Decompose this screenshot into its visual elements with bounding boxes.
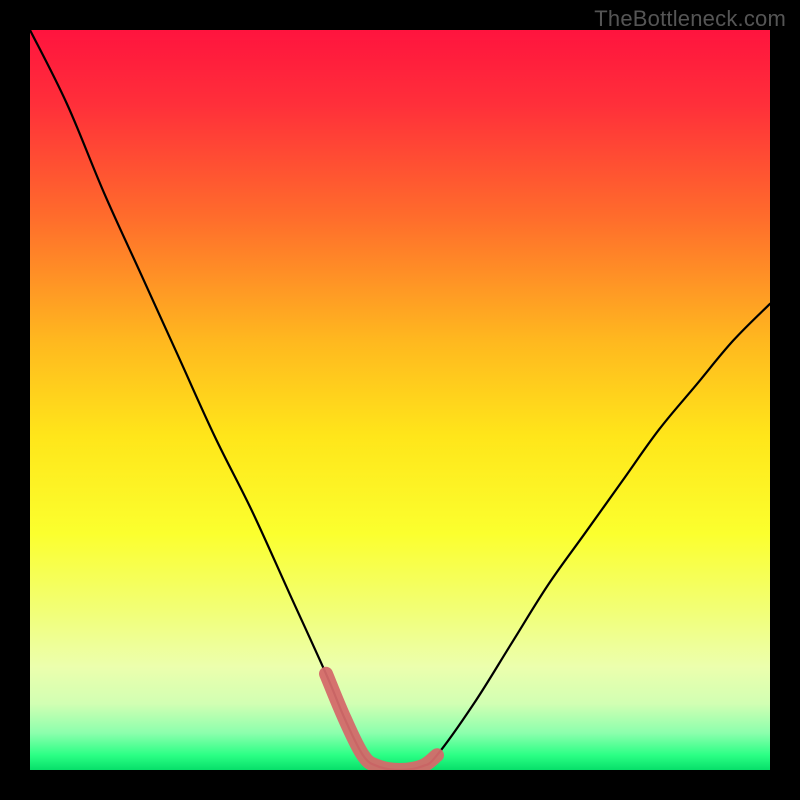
plot-area [30,30,770,770]
curve-layer [30,30,770,770]
chart-frame: TheBottleneck.com [0,0,800,800]
watermark-text: TheBottleneck.com [594,6,786,32]
bottleneck-curve [30,30,770,770]
trough-highlight [326,674,437,770]
